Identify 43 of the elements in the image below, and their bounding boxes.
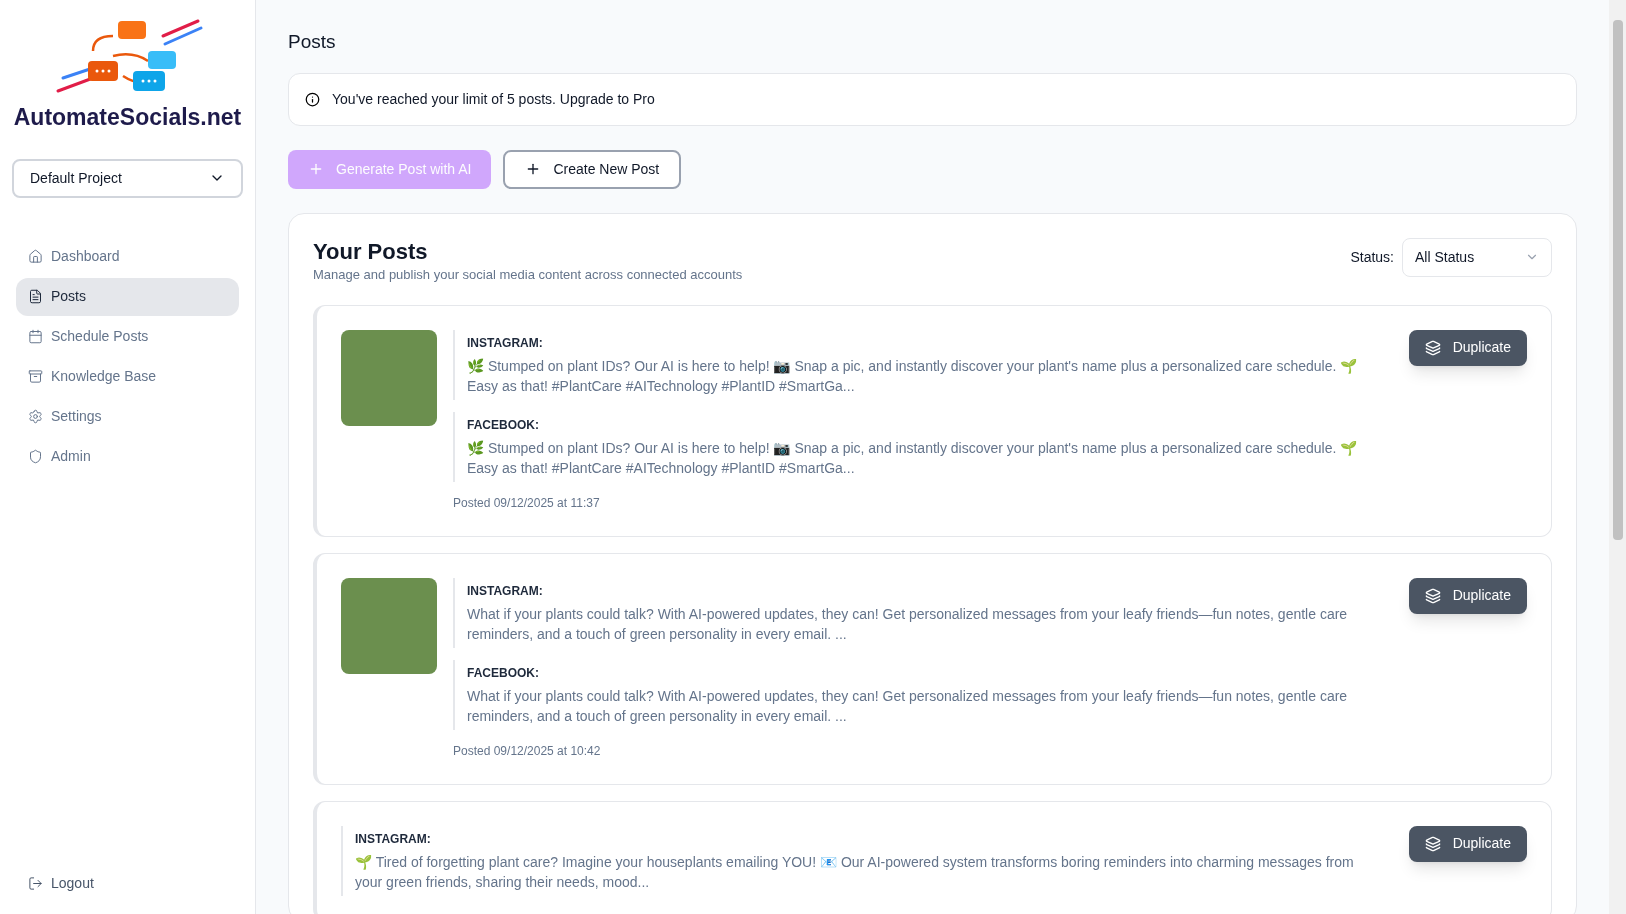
posted-time: Posted 09/12/2025 at 11:37 [453,494,601,512]
post-text: 🌱 Tired of forgetting plant care? Imagine your houseplants emailing YOU! 📧 Our AI-powered system transforms boring reminders into charming messages from your green friends, sharing their needs, mood... [355,852,1355,892]
sidebar-item[interactable]: Knowledge Base [16,357,239,396]
post-text: What if your plants could talk? With AI-powered updates, they can! Get personalized messages from your leafy friends—fun notes, gentle care reminders, and a touch of green personality in every email. ... [467,604,1349,644]
page-title: Posts [288,30,337,54]
home-icon [28,249,43,264]
sidebar-item[interactable]: Schedule Posts [16,317,239,356]
channel-name: INSTAGRAM: [467,582,544,600]
create-button[interactable]: Create New Post [503,149,682,189]
channel-name: FACEBOOK: [467,416,540,434]
post-text: 🌿 Stumped on plant IDs? Our AI is here to help! 📷 Snap a pic, and instantly discover your plant's name plus a personalized care schedule. 🌱 Easy as that! #PlantCare #AITechnology #PlantID #SmartGa... [467,356,1359,396]
logout-icon [28,876,43,891]
shield-icon [28,449,43,464]
layers-icon [1424,835,1441,852]
document-icon [28,289,43,304]
sidebar-item[interactable]: Posts [16,277,239,316]
channel-name: INSTAGRAM: [355,830,432,848]
plus-icon [308,161,324,177]
channel-name: FACEBOOK: [467,664,540,682]
duplicate-button[interactable]: Duplicate [1408,329,1527,366]
archive-icon [28,369,43,384]
sidebar-item[interactable]: Admin [16,437,239,476]
post-text: 🌿 Stumped on plant IDs? Our AI is here to help! 📷 Snap a pic, and instantly discover your plant's name plus a personalized care schedule. 🌱 Easy as that! #PlantCare #AITechnology #PlantID #SmartGa... [467,438,1359,478]
sidebar-item[interactable]: Dashboard [16,237,239,276]
notice-text: You've reached your limit of 5 posts. Upgrade to Pro [332,89,655,109]
duplicate-button[interactable]: Duplicate [1408,577,1527,614]
layers-icon [1424,587,1441,604]
project-select[interactable]: Default Project [12,158,243,198]
duplicate-button[interactable]: Duplicate [1408,825,1527,862]
calendar-icon [28,329,43,344]
status-select[interactable]: All Status [1402,237,1552,277]
logout-link[interactable]: Logout [12,873,243,894]
settings-icon [28,409,43,424]
channel-name: INSTAGRAM: [467,334,544,352]
info-icon [305,91,320,107]
sidebar-item[interactable]: Settings [16,397,239,436]
layers-icon [1424,339,1441,356]
panel-title: Your Posts [313,237,429,265]
brand-name: AutomateSocials.net [13,103,242,132]
posted-time: Posted 09/12/2025 at 10:42 [453,742,602,760]
panel-subtitle: Manage and publish your social media content across connected accounts [313,266,743,284]
status-label: Status: [1350,247,1394,267]
post-text: What if your plants could talk? With AI-powered updates, they can! Get personalized messages from your leafy friends—fun notes, gentle care reminders, and a touch of green personality in every email. ... [467,686,1349,726]
